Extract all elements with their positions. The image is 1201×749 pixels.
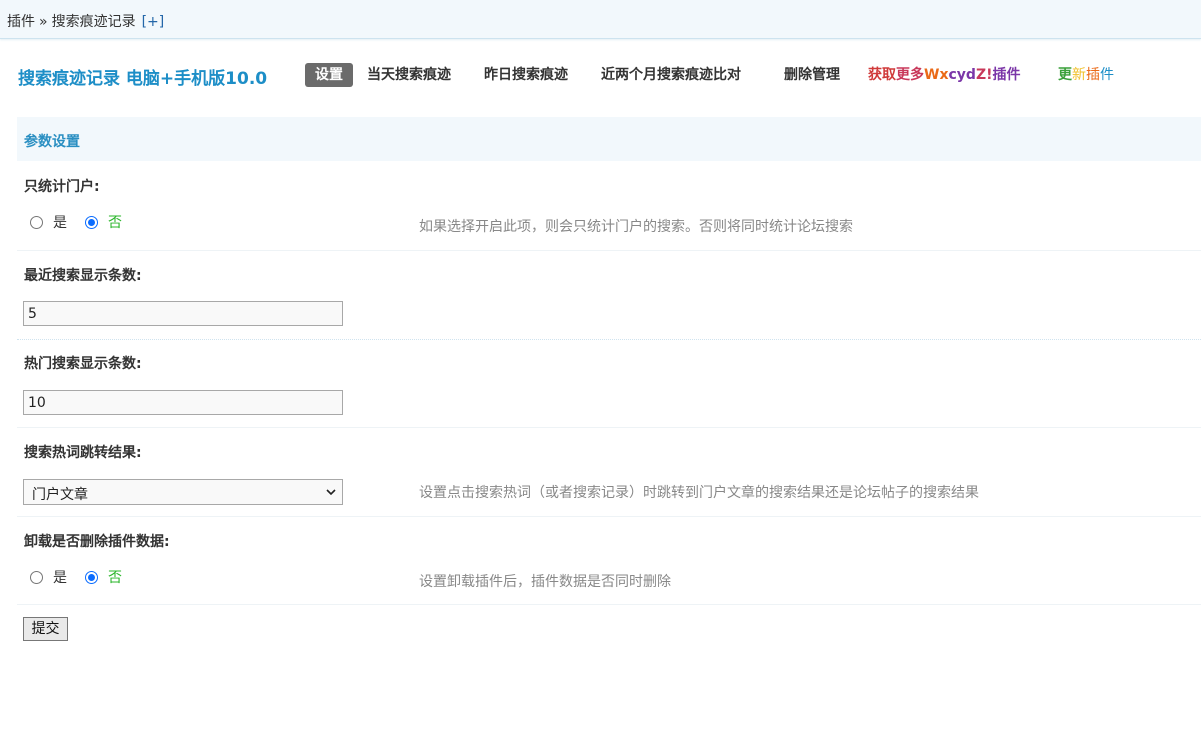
breadcrumb-add-link[interactable]: [+] xyxy=(142,14,165,30)
jump-target-select[interactable]: 门户文章 xyxy=(23,479,343,505)
jump-target-selected-value: 门户文章 xyxy=(32,487,88,503)
portal-only-yes-label[interactable]: 是 xyxy=(53,212,67,232)
recent-count-label: 最近搜索显示条数: xyxy=(24,268,142,284)
promo-text-part: 更多 xyxy=(896,67,924,83)
update-text-part: 更 xyxy=(1058,67,1072,83)
row-divider xyxy=(17,339,1201,340)
uninstall-delete-yes-label[interactable]: 是 xyxy=(53,567,67,587)
uninstall-delete-radio-group: 是否 xyxy=(30,567,140,587)
hot-count-input[interactable] xyxy=(23,390,343,415)
breadcrumb-current: 搜索痕迹记录 xyxy=(51,14,136,30)
recent-count-input[interactable] xyxy=(23,301,343,326)
submit-button[interactable]: 提交 xyxy=(23,617,68,641)
portal-only-yes-radio[interactable] xyxy=(30,215,43,229)
portal-only-tip: 如果选择开启此项，则会只统计门户的搜索。否则将同时统计论坛搜索 xyxy=(419,219,853,235)
section-title: 参数设置 xyxy=(24,134,80,150)
page-title: 搜索痕迹记录 电脑+手机版10.0 xyxy=(18,69,268,89)
promo-text-part: Wx xyxy=(924,67,949,83)
tab-today-records[interactable]: 当天搜索痕迹 xyxy=(367,63,451,87)
tab-yesterday-records[interactable]: 昨日搜索痕迹 xyxy=(484,63,568,87)
portal-only-radio-group: 是否 xyxy=(30,212,140,232)
update-text-part: 插 xyxy=(1086,67,1100,83)
tab-delete-manage[interactable]: 删除管理 xyxy=(784,63,840,87)
breadcrumb-root[interactable]: 插件 xyxy=(7,14,35,30)
update-text-part: 件 xyxy=(1100,67,1114,83)
promo-text-part: 获取 xyxy=(868,67,896,83)
section-header: 参数设置 xyxy=(17,117,1201,161)
uninstall-delete-tip: 设置卸载插件后，插件数据是否同时删除 xyxy=(419,574,671,590)
row-divider xyxy=(17,604,1201,605)
uninstall-delete-label: 卸载是否删除插件数据: xyxy=(24,534,170,550)
row-divider xyxy=(17,250,1201,251)
tab-settings[interactable]: 设置 xyxy=(305,63,353,87)
portal-only-no-radio[interactable] xyxy=(85,215,98,229)
portal-only-no-label[interactable]: 否 xyxy=(108,212,122,232)
uninstall-delete-no-label[interactable]: 否 xyxy=(108,567,122,587)
promo-text-part: Z! xyxy=(975,67,993,83)
breadcrumb-bar: 插件» 搜索痕迹记录 [+] xyxy=(0,0,1201,39)
promo-text-part: 插件 xyxy=(992,67,1021,83)
chevron-down-icon xyxy=(326,489,336,496)
row-divider xyxy=(17,516,1201,517)
promo-text-part: cyd xyxy=(948,67,976,83)
portal-only-label: 只统计门户: xyxy=(24,179,100,195)
uninstall-delete-yes-radio[interactable] xyxy=(30,570,43,584)
promo-more-plugins-link[interactable]: 获取更多WxcydZ!插件 xyxy=(868,63,1020,87)
uninstall-delete-no-radio[interactable] xyxy=(85,570,98,584)
breadcrumb-separator: » xyxy=(39,14,48,30)
row-divider xyxy=(17,427,1201,428)
hot-count-label: 热门搜索显示条数: xyxy=(24,356,142,372)
jump-target-label: 搜索热词跳转结果: xyxy=(24,445,142,461)
breadcrumb: 插件» 搜索痕迹记录 [+] xyxy=(7,11,164,31)
update-plugins-link[interactable]: 更新插件 xyxy=(1058,63,1114,87)
jump-target-tip: 设置点击搜索热词（或者搜索记录）时跳转到门户文章的搜索结果还是论坛帖子的搜索结果 xyxy=(419,485,979,501)
tab-two-month-compare[interactable]: 近两个月搜索痕迹比对 xyxy=(601,63,741,87)
update-text-part: 新 xyxy=(1072,67,1086,83)
plugin-header: 搜索痕迹记录 电脑+手机版10.0 设置 当天搜索痕迹 昨日搜索痕迹 近两个月搜… xyxy=(18,62,1198,89)
